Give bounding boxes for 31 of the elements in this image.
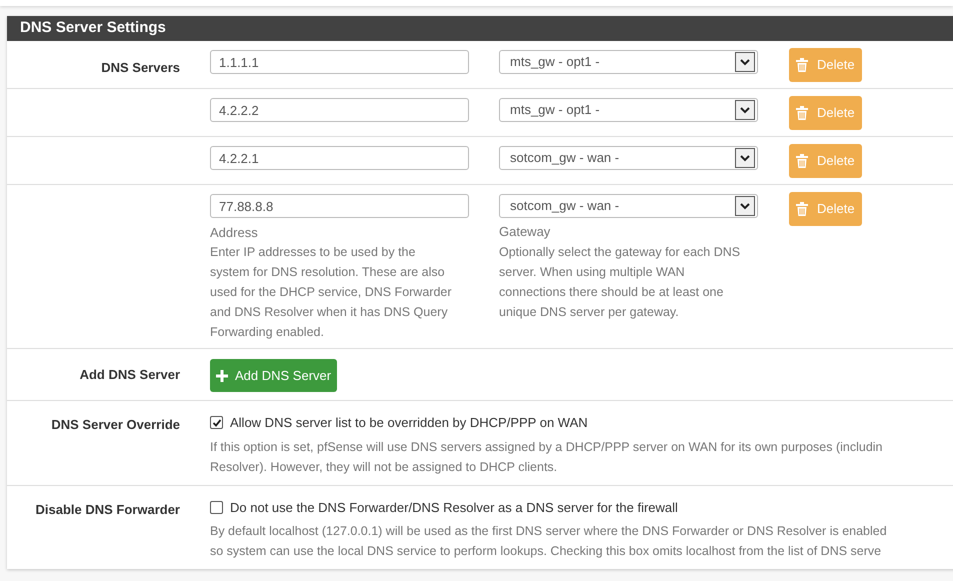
trash-icon [796, 58, 808, 72]
help-text: so system can use the local DNS service to perform lookups. Checking this box omits localhost from the list of DNS serve [210, 543, 882, 560]
trash-icon [796, 202, 808, 216]
address-field[interactable]: 1.1.1.1 [210, 50, 469, 74]
panel-title: DNS Server Settings [20, 18, 166, 38]
help-text: By default localhost (127.0.0.1) will be used as the first DNS server where the DNS Forwarder or DNS Resolver is enabled [210, 523, 887, 540]
field-label: Disable DNS Forwarder [36, 502, 180, 516]
address-field[interactable]: 4.2.2.2 [210, 98, 469, 122]
help-text: Resolver). However, they will not be assigned to DHCP clients. [210, 458, 558, 476]
gateway-select[interactable]: mts_gw - opt1 - [499, 98, 758, 122]
address-field[interactable]: 4.2.2.1 [210, 146, 469, 170]
field-label: Add DNS Server [80, 367, 180, 382]
help-text: If this option is set, pfSense will use DNS servers assigned by a DHCP/PPP server on WAN for its own purposes (includin [210, 438, 883, 456]
plus-icon [216, 370, 228, 382]
address-field[interactable]: 77.88.8.8 [210, 194, 469, 218]
address-help-text: Enter IP addresses to be used by the system for DNS resolution. These are also used for the DHCP service, DNS Forwarder and DNS Resolver when it has DNS Query Forwarding enabled. [210, 244, 453, 341]
field-label: DNS Server Override [51, 417, 180, 432]
trash-icon [796, 106, 808, 120]
checkbox-label: Allow DNS server list to be overridden by DHCP/PPP on WAN [230, 414, 588, 432]
checkbox[interactable] [210, 500, 223, 514]
add-dns-server-button[interactable]: Add DNS Server [210, 359, 338, 392]
gateway-select[interactable]: mts_gw - opt1 - [499, 50, 758, 74]
gateway-select[interactable]: sotcom_gw - wan - [499, 194, 758, 218]
trash-icon [796, 154, 808, 168]
gateway-caption: Gateway [499, 223, 552, 241]
gateway-help-text: Optionally select the gateway for each DNS server. When using multiple WAN connections there should be at least one unique DNS server per gateway. [499, 244, 742, 321]
field-label: DNS Servers [101, 60, 180, 75]
address-caption: Address [210, 224, 259, 242]
gateway-select[interactable]: sotcom_gw - wan - [499, 146, 758, 170]
checkbox-label: Do not use the DNS Forwarder/DNS Resolver as a DNS server for the firewall [230, 498, 678, 516]
checkbox[interactable] [210, 416, 223, 430]
